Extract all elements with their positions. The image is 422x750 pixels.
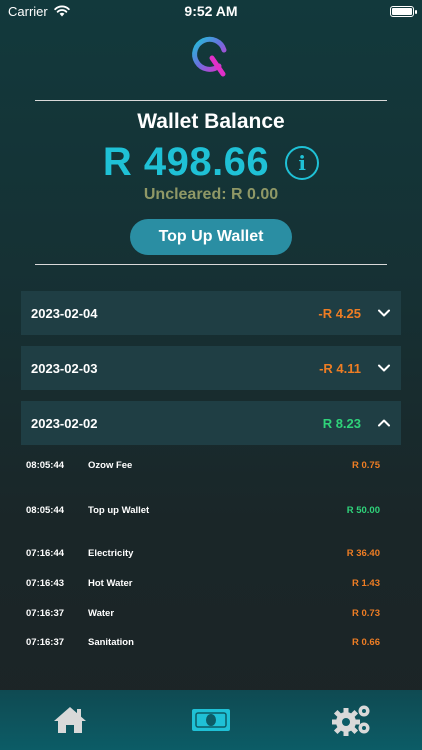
transaction-description: Sanitation <box>88 637 134 648</box>
balance-row: R 498.66 i <box>0 140 422 185</box>
wallet-title: Wallet Balance <box>137 110 285 133</box>
transaction-amount: R 0.75 <box>352 460 380 471</box>
transaction-description: Ozow Fee <box>88 460 133 471</box>
day-row[interactable]: 2023-02-02 R 8.23 <box>21 401 401 445</box>
chevron-up-icon <box>378 419 390 427</box>
transaction-amount: R 36.40 <box>346 548 380 559</box>
day-row[interactable]: 2023-02-03 -R 4.11 <box>21 346 401 390</box>
transaction-amount: R 50.00 <box>346 505 380 516</box>
status-left: Carrier <box>8 4 70 19</box>
battery-icon <box>390 5 417 17</box>
transaction-amount: R 1.43 <box>352 578 380 589</box>
transaction-amount: R 0.73 <box>352 608 380 619</box>
day-date: 2023-02-04 <box>31 305 98 321</box>
wallet-balance: R 498.66 <box>102 140 270 184</box>
uncleared-balance: Uncleared: R 0.00 <box>143 186 279 203</box>
day-amount: R 8.23 <box>322 415 361 431</box>
status-bar: Carrier 9:52 AM <box>0 0 422 22</box>
transaction-row: 07:16:37 Sanitation R 0.66 <box>26 635 380 650</box>
divider-bottom <box>35 264 387 265</box>
info-icon[interactable]: i <box>285 145 320 180</box>
transaction-time: 08:05:44 <box>26 460 65 471</box>
carrier-label: Carrier <box>8 3 48 19</box>
transaction-time: 07:16:43 <box>26 578 65 589</box>
home-icon <box>54 707 87 733</box>
money-icon <box>191 709 230 731</box>
settings-gears-icon <box>331 705 370 736</box>
transaction-row: 07:16:43 Hot Water R 1.43 <box>26 576 380 591</box>
tab-wallet[interactable] <box>186 700 236 740</box>
transaction-row: 07:16:37 Water R 0.73 <box>26 606 380 621</box>
transaction-row: 08:05:44 Ozow Fee R 0.75 <box>26 458 380 473</box>
app-logo-icon <box>192 36 227 77</box>
transaction-time: 07:16:44 <box>26 548 65 559</box>
day-date: 2023-02-03 <box>31 360 98 376</box>
transaction-time: 07:16:37 <box>26 608 65 619</box>
transaction-amount: R 0.66 <box>352 637 380 648</box>
transaction-time: 08:05:44 <box>26 505 65 516</box>
status-time: 9:52 AM <box>184 3 238 19</box>
day-amount: -R 4.11 <box>319 360 361 376</box>
day-date: 2023-02-02 <box>31 415 98 431</box>
top-up-wallet-button[interactable]: Top Up Wallet <box>130 219 292 255</box>
transaction-description: Water <box>88 608 115 619</box>
transaction-description: Hot Water <box>88 578 133 589</box>
divider-top <box>35 100 387 101</box>
chevron-down-icon <box>378 309 390 317</box>
transaction-row: 07:16:44 Electricity R 36.40 <box>26 546 380 561</box>
chevron-down-icon <box>378 364 390 372</box>
bottom-tab-bar <box>0 690 422 750</box>
transaction-row: 08:05:44 Top up Wallet R 50.00 <box>26 503 380 518</box>
transaction-description: Electricity <box>88 548 134 559</box>
transaction-description: Top up Wallet <box>88 505 150 516</box>
wifi-icon <box>54 5 70 17</box>
transaction-time: 07:16:37 <box>26 637 65 648</box>
day-amount: -R 4.25 <box>318 305 361 321</box>
day-row[interactable]: 2023-02-04 -R 4.25 <box>21 291 401 335</box>
tab-home[interactable] <box>45 700 95 740</box>
tab-settings[interactable] <box>327 700 377 740</box>
